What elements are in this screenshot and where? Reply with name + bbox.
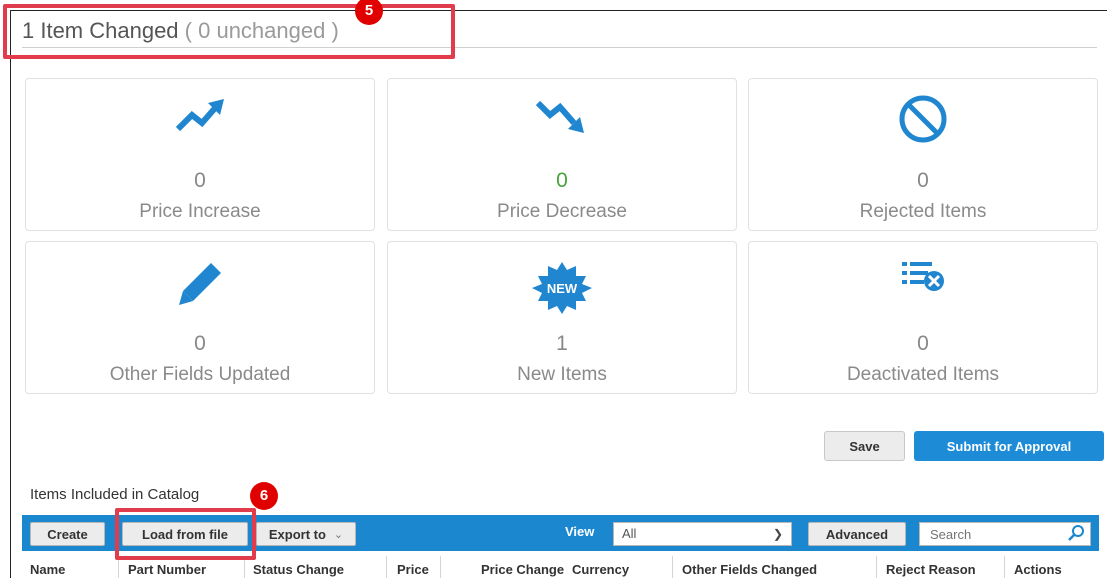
column-divider bbox=[386, 556, 387, 578]
new-items-label: New Items bbox=[517, 364, 607, 385]
new-badge-text: NEW bbox=[547, 281, 578, 296]
trend-down-icon bbox=[388, 93, 736, 141]
other-fields-label: Other Fields Updated bbox=[109, 364, 291, 385]
create-button[interactable]: Create bbox=[30, 522, 105, 546]
rejected-items-label: Rejected Items bbox=[859, 201, 987, 222]
card-price-increase[interactable]: 0 Price Increase bbox=[25, 78, 375, 231]
submit-for-approval-button[interactable]: Submit for Approval bbox=[914, 431, 1104, 461]
advanced-button[interactable]: Advanced bbox=[808, 522, 906, 546]
list-remove-icon bbox=[749, 252, 1097, 300]
column-divider bbox=[672, 556, 673, 578]
column-header-other-fields-changed[interactable]: Other Fields Changed bbox=[682, 562, 817, 578]
callout-box-5 bbox=[3, 4, 455, 59]
column-header-status-change[interactable]: Status Change bbox=[253, 562, 344, 578]
new-items-count: 1 bbox=[556, 332, 568, 355]
chevron-down-icon: ⌄ bbox=[333, 528, 344, 541]
deactivated-items-count: 0 bbox=[917, 332, 929, 355]
price-increase-label: Price Increase bbox=[139, 201, 261, 222]
rejected-items-count: 0 bbox=[917, 169, 929, 192]
column-header-price[interactable]: Price bbox=[397, 562, 429, 578]
card-rejected-items[interactable]: 0 Rejected Items bbox=[748, 78, 1098, 231]
card-other-fields-updated[interactable]: 0 Other Fields Updated bbox=[25, 241, 375, 394]
deactivated-items-label: Deactivated Items bbox=[846, 364, 1000, 385]
pencil-icon bbox=[26, 260, 374, 308]
column-header-actions[interactable]: Actions bbox=[1014, 562, 1062, 578]
view-select[interactable]: All ❯ bbox=[613, 522, 792, 546]
chevron-down-icon: ❯ bbox=[772, 527, 783, 541]
column-divider bbox=[876, 556, 877, 578]
callout-box-6 bbox=[115, 508, 256, 560]
prohibited-icon bbox=[749, 95, 1097, 143]
catalog-section-title: Items Included in Catalog bbox=[30, 486, 200, 503]
other-fields-count: 0 bbox=[194, 332, 206, 355]
new-badge-icon: NEW bbox=[388, 262, 736, 314]
column-header-currency[interactable]: Currency bbox=[572, 562, 629, 578]
view-select-value: All bbox=[622, 526, 637, 541]
trend-up-icon bbox=[26, 93, 374, 141]
column-divider bbox=[440, 556, 441, 578]
column-header-name[interactable]: Name bbox=[30, 562, 65, 578]
price-increase-count: 0 bbox=[194, 169, 206, 192]
card-deactivated-items[interactable]: 0 Deactivated Items bbox=[748, 241, 1098, 394]
price-decrease-label: Price Decrease bbox=[497, 201, 627, 222]
search-icon[interactable] bbox=[1065, 523, 1087, 543]
card-new-items[interactable]: NEW 1 New Items bbox=[387, 241, 737, 394]
column-header-reject-reason[interactable]: Reject Reason bbox=[886, 562, 976, 578]
card-price-decrease[interactable]: 0 Price Decrease bbox=[387, 78, 737, 231]
callout-badge-6: 6 bbox=[250, 482, 278, 510]
view-label: View bbox=[565, 524, 595, 539]
save-button[interactable]: Save bbox=[824, 431, 905, 461]
export-to-label: Export to bbox=[268, 526, 326, 542]
column-header-part-number[interactable]: Part Number bbox=[128, 562, 206, 578]
price-decrease-count: 0 bbox=[556, 169, 568, 192]
frame-left-border bbox=[10, 10, 11, 578]
export-to-dropdown[interactable]: Export to ⌄ bbox=[256, 522, 356, 546]
column-divider bbox=[1004, 556, 1005, 578]
column-header-price-change[interactable]: Price Change bbox=[481, 562, 564, 578]
